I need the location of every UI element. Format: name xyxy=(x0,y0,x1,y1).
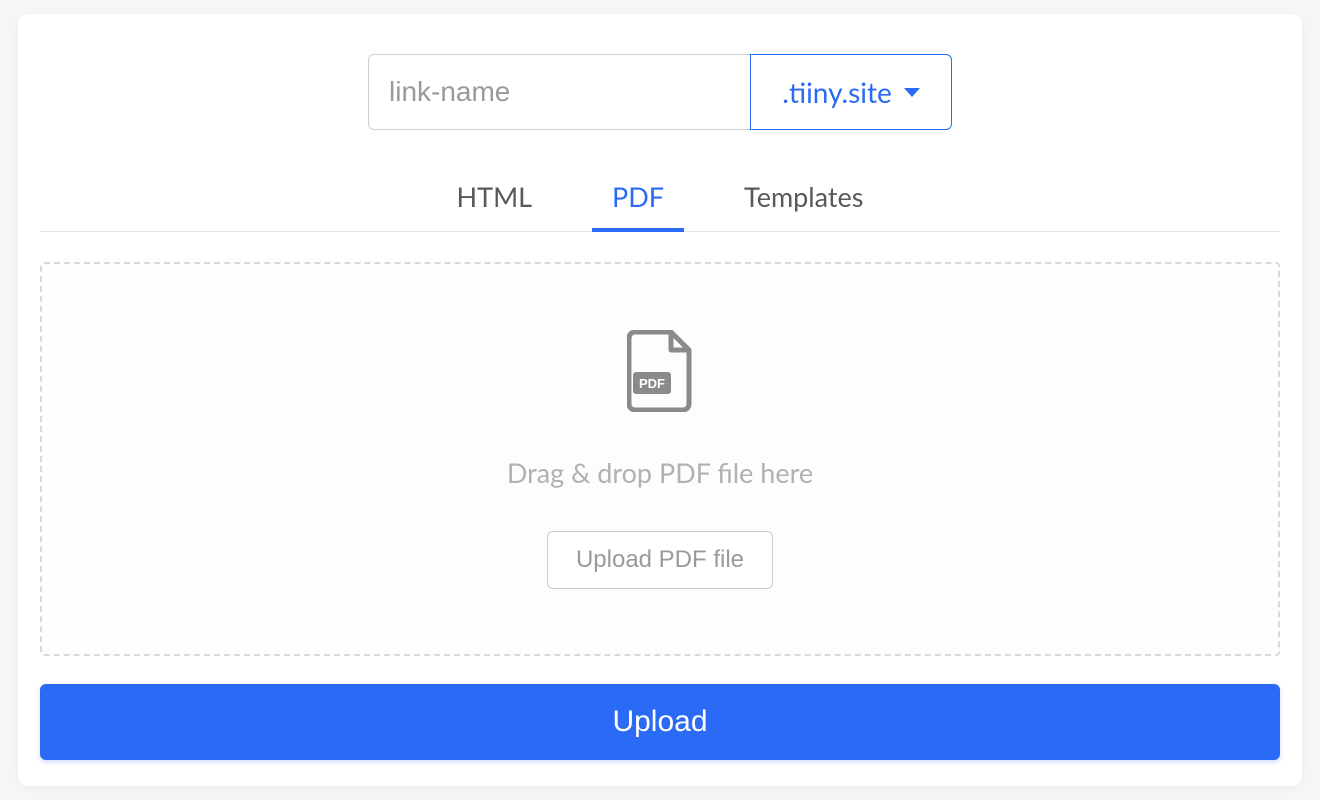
dropzone-hint: Drag & drop PDF file here xyxy=(507,456,813,489)
url-row: .tiiny.site xyxy=(40,54,1280,130)
tab-templates[interactable]: Templates xyxy=(736,172,871,231)
domain-select[interactable]: .tiiny.site xyxy=(750,54,952,130)
caret-down-icon xyxy=(904,88,920,97)
tab-html-label: HTML xyxy=(457,180,533,213)
tab-templates-label: Templates xyxy=(744,180,863,213)
pdf-file-icon: PDF xyxy=(627,330,693,416)
tabs: HTML PDF Templates xyxy=(40,172,1280,232)
domain-label: .tiiny.site xyxy=(782,75,892,109)
upload-button[interactable]: Upload xyxy=(40,684,1280,760)
tab-pdf-label: PDF xyxy=(612,180,664,213)
tab-pdf[interactable]: PDF xyxy=(604,172,672,231)
upload-card: .tiiny.site HTML PDF Templates PDF Drag … xyxy=(18,14,1302,786)
link-name-input[interactable] xyxy=(368,54,750,130)
choose-file-button[interactable]: Upload PDF file xyxy=(547,531,773,589)
url-input-group: .tiiny.site xyxy=(368,54,952,130)
tab-html[interactable]: HTML xyxy=(449,172,541,231)
file-dropzone[interactable]: PDF Drag & drop PDF file here Upload PDF… xyxy=(40,262,1280,656)
svg-text:PDF: PDF xyxy=(639,376,665,391)
